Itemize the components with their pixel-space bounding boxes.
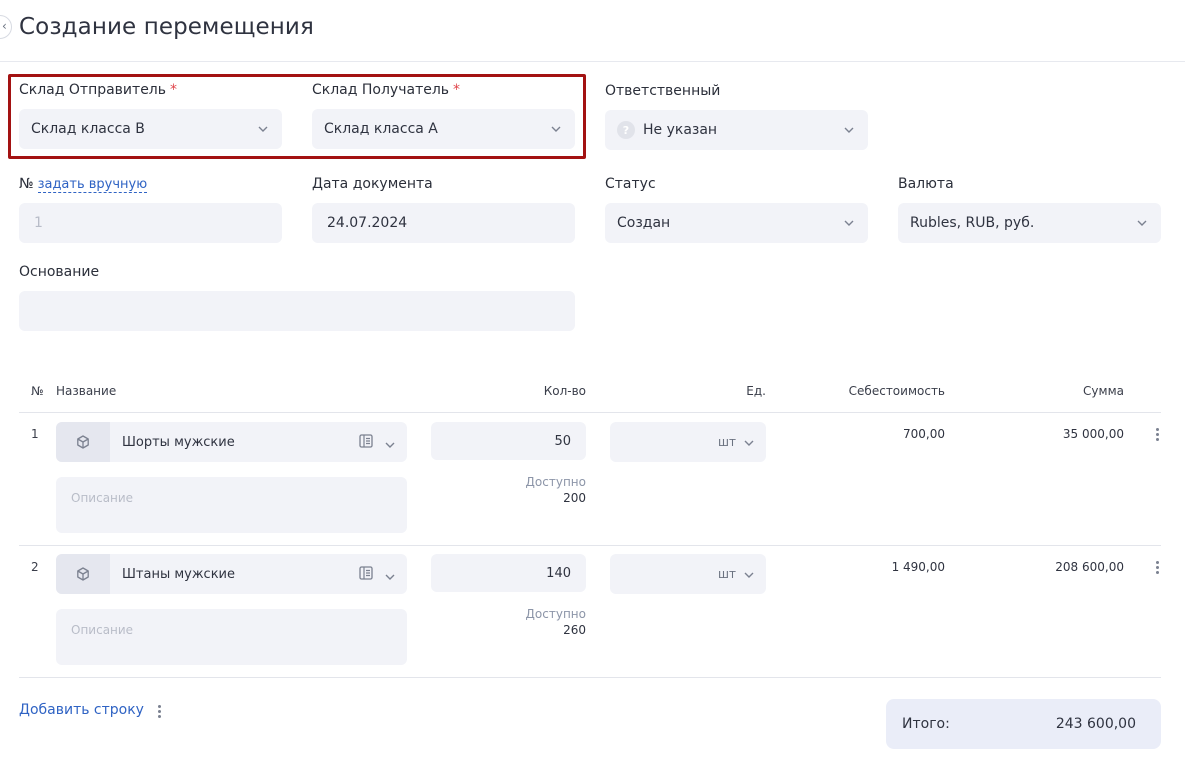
row-menu-icon[interactable] <box>1155 428 1159 441</box>
status-label: Статус <box>605 176 656 192</box>
header-divider <box>0 61 1185 62</box>
page-title: Создание перемещения <box>19 14 314 40</box>
column-header-num: № <box>31 384 44 398</box>
chevron-down-icon[interactable] <box>385 565 395 584</box>
add-row-link[interactable]: Добавить строку <box>19 702 144 718</box>
chevron-down-icon[interactable] <box>385 433 395 452</box>
unit-select[interactable]: шт <box>610 554 766 594</box>
row-divider <box>19 545 1161 546</box>
description-input[interactable]: Описание <box>56 609 407 665</box>
quantity-value: 50 <box>554 433 571 449</box>
available-label: Доступно <box>525 607 586 621</box>
column-header-unit: Ед. <box>746 384 766 398</box>
currency-value: Rubles, RUB, руб. <box>910 215 1035 231</box>
basis-label: Основание <box>19 264 100 280</box>
number-field: 1 <box>19 203 282 243</box>
warehouses-highlight-frame <box>8 74 586 159</box>
description-input[interactable]: Описание <box>56 477 407 533</box>
unit-value: шт <box>718 567 736 581</box>
chevron-down-icon <box>744 567 754 581</box>
cube-icon <box>56 422 110 462</box>
status-select[interactable]: Создан <box>605 203 868 243</box>
cube-icon <box>56 554 110 594</box>
card-icon[interactable] <box>359 565 373 584</box>
total-summary: Итого: 243 600,00 <box>886 699 1161 749</box>
chevron-down-icon <box>844 125 854 135</box>
description-placeholder: Описание <box>71 491 134 505</box>
available-value: 200 <box>563 491 586 505</box>
product-select[interactable]: Штаны мужские <box>56 554 407 594</box>
cost-value: 1 490,00 <box>891 560 945 574</box>
table-bottom-divider <box>19 677 1161 678</box>
product-select[interactable]: Шорты мужские <box>56 422 407 462</box>
total-value: 243 600,00 <box>1055 716 1136 732</box>
number-label: № задать вручную <box>19 176 148 193</box>
responsible-select[interactable]: ? Не указан <box>605 110 868 150</box>
status-value: Создан <box>617 215 671 231</box>
column-header-name: Название <box>56 384 117 398</box>
sum-value: 208 600,00 <box>1055 560 1124 574</box>
available-value: 260 <box>563 623 586 637</box>
product-name: Штаны мужские <box>122 566 235 582</box>
available-label: Доступно <box>525 475 586 489</box>
column-header-cost: Себестоимость <box>848 384 945 398</box>
column-header-qty: Кол-во <box>543 384 586 398</box>
basis-input[interactable] <box>19 291 575 331</box>
responsible-label: Ответственный <box>605 83 721 99</box>
responsible-value: Не указан <box>643 122 718 138</box>
row-number: 2 <box>31 560 39 574</box>
currency-label: Валюта <box>898 176 954 192</box>
set-number-manually-link[interactable]: задать вручную <box>37 177 148 193</box>
question-icon: ? <box>617 121 635 139</box>
table-header-divider <box>19 412 1161 413</box>
description-placeholder: Описание <box>71 623 134 637</box>
chevron-down-icon <box>844 218 854 228</box>
doc-date-label: Дата документа <box>312 176 433 192</box>
row-number: 1 <box>31 427 39 441</box>
unit-value: шт <box>718 435 736 449</box>
quantity-input[interactable]: 140 <box>431 554 586 592</box>
back-button[interactable]: ‹ <box>0 15 12 39</box>
sum-value: 35 000,00 <box>1062 427 1124 441</box>
quantity-input[interactable]: 50 <box>431 422 586 460</box>
column-header-sum: Сумма <box>1083 384 1124 398</box>
unit-select[interactable]: шт <box>610 422 766 462</box>
row-menu-icon[interactable] <box>1155 561 1159 574</box>
total-label: Итого: <box>902 716 950 732</box>
cost-value: 700,00 <box>903 427 945 441</box>
chevron-left-icon: ‹ <box>2 19 7 33</box>
card-icon[interactable] <box>359 433 373 452</box>
product-name: Шорты мужские <box>122 434 235 450</box>
currency-select[interactable]: Rubles, RUB, руб. <box>898 203 1161 243</box>
doc-date-value: 24.07.2024 <box>327 215 408 231</box>
add-row-menu-icon[interactable] <box>157 705 161 718</box>
number-placeholder: 1 <box>34 215 43 231</box>
quantity-value: 140 <box>546 565 571 581</box>
chevron-down-icon <box>1137 218 1147 228</box>
doc-date-input[interactable]: 24.07.2024 <box>312 203 575 243</box>
chevron-down-icon <box>744 435 754 449</box>
